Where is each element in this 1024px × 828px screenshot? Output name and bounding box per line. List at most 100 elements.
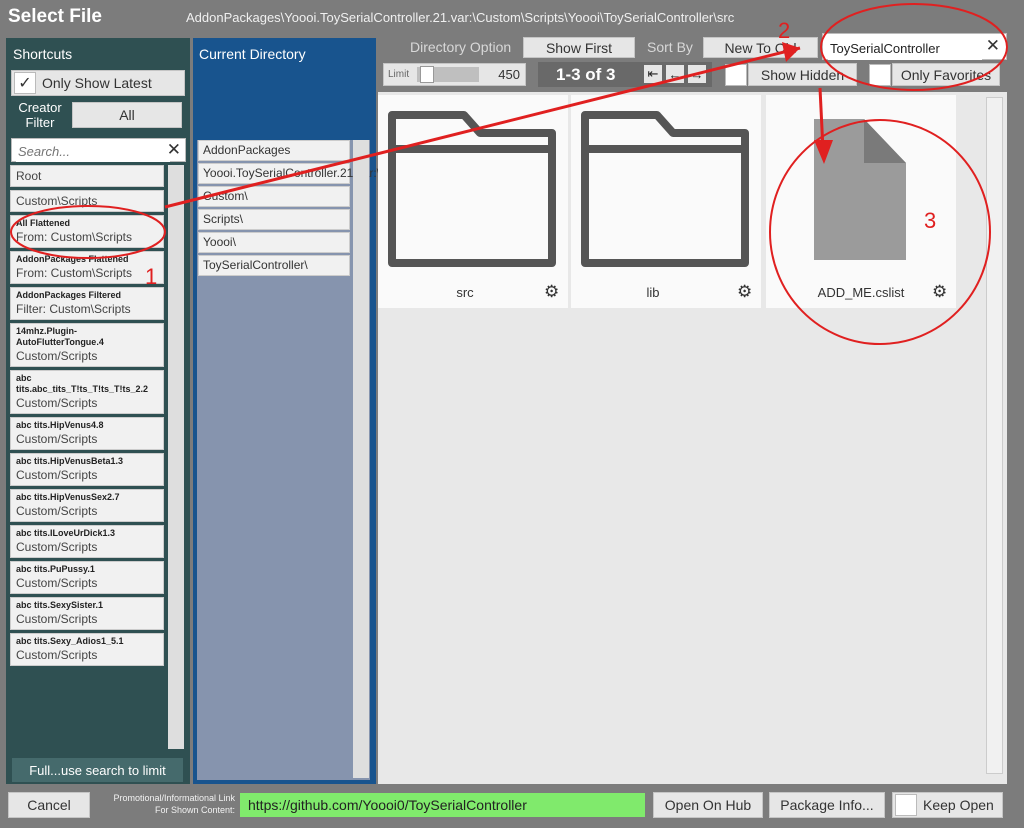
shortcut-subtitle: Custom/Scripts xyxy=(16,576,98,590)
cancel-button[interactable]: Cancel xyxy=(8,792,90,818)
directory-item[interactable]: AddonPackages xyxy=(198,140,350,161)
keep-open-toggle[interactable]: Keep Open xyxy=(892,792,1003,818)
folder-icon xyxy=(388,111,556,267)
window-title: Select File xyxy=(8,6,102,27)
full-list-button[interactable]: Full...use search to limit xyxy=(12,758,183,782)
shortcut-item[interactable]: abc tits.SexySister.1 Custom/Scripts xyxy=(10,597,164,630)
shortcut-subtitle: Root xyxy=(16,169,42,183)
file-search-input[interactable] xyxy=(828,36,982,60)
open-on-hub-button[interactable]: Open On Hub xyxy=(653,792,763,818)
file-icon xyxy=(814,119,906,260)
promo-label: Promotional/Informational Link For Shown… xyxy=(90,792,235,816)
file-tile-add-me[interactable]: ADD_ME.cslist ⚙ xyxy=(766,95,956,308)
shortcut-subtitle: Custom\Scripts xyxy=(16,194,98,208)
shortcut-item[interactable]: 14mhz.Plugin-AutoFlutterTongue.4 Custom/S… xyxy=(10,323,164,367)
shortcut-subtitle: Custom/Scripts xyxy=(16,432,98,446)
creator-filter-select[interactable]: All xyxy=(72,102,182,128)
shortcut-subtitle: Custom/Scripts xyxy=(16,504,98,518)
shortcut-item[interactable]: abc tits.HipVenusBeta1.3 Custom/Scripts xyxy=(10,453,164,486)
next-page-icon[interactable]: → xyxy=(688,65,706,83)
shortcut-subtitle: Custom/Scripts xyxy=(16,468,98,482)
shortcut-title: 14mhz.Plugin-AutoFlutterTongue.4 xyxy=(16,326,104,347)
package-info-button[interactable]: Package Info... xyxy=(769,792,885,818)
only-favorites-toggle[interactable]: Only Favorites xyxy=(892,63,1000,86)
file-tile-src[interactable]: src ⚙ xyxy=(378,95,568,308)
pager-text: 1-3 of 3 xyxy=(556,65,616,84)
shortcut-title: AddonPackages Filtered xyxy=(16,290,122,300)
shortcuts-list: Root Custom\Scripts All Flattened From: Cus… xyxy=(10,165,165,733)
file-name: src xyxy=(456,285,474,300)
close-icon[interactable]: ✕ xyxy=(167,140,181,160)
shortcut-title: abc tits.PuPussy.1 xyxy=(16,564,95,574)
first-page-icon[interactable]: ⇤ xyxy=(644,65,662,83)
show-hidden-toggle[interactable]: Show Hidden xyxy=(748,63,857,86)
shortcut-title: abc tits.HipVenus4.8 xyxy=(16,420,104,430)
shortcuts-title: Shortcuts xyxy=(13,46,73,62)
limit-value: 450 xyxy=(498,67,520,82)
current-path: AddonPackages\Yoooi.ToySerialController.… xyxy=(186,10,735,25)
promo-url-field[interactable]: https://github.com/Yoooi0/ToySerialContr… xyxy=(240,793,645,817)
shortcut-subtitle: Custom/Scripts xyxy=(16,396,98,410)
shortcut-title: abc tits.ILoveUrDick1.3 xyxy=(16,528,116,538)
only-favorites-checkbox[interactable] xyxy=(869,64,891,86)
shortcut-item[interactable]: Root xyxy=(10,165,164,187)
promo-line-2: For Shown Content: xyxy=(154,805,235,815)
checkmark-icon[interactable]: ✓ xyxy=(14,72,36,94)
annotation-label-3: 3 xyxy=(924,208,937,233)
close-icon[interactable]: ✕ xyxy=(986,36,1000,56)
directory-list: AddonPackages Yoooi.ToySerialController.2… xyxy=(198,140,380,278)
directory-option-select[interactable]: Show First xyxy=(523,37,635,58)
shortcut-item[interactable]: AddonPackages Filtered Filter: Custom\Scr… xyxy=(10,287,164,320)
limit-slider[interactable]: Limit 450 xyxy=(383,63,526,86)
gear-icon[interactable]: ⚙ xyxy=(737,282,752,302)
gear-icon[interactable]: ⚙ xyxy=(932,282,947,302)
shortcut-item[interactable]: abc tits.abc_tits_T!ts_T!ts_T!ts_2.2 Cust… xyxy=(10,370,164,414)
shortcut-subtitle: Filter: Custom\Scripts xyxy=(16,302,131,316)
prev-page-icon[interactable]: ← xyxy=(666,65,684,83)
shortcut-item[interactable]: abc tits.PuPussy.1 Custom/Scripts xyxy=(10,561,164,594)
show-hidden-checkbox[interactable] xyxy=(725,64,747,86)
directory-item[interactable]: ToySerialController\ xyxy=(198,255,350,276)
shortcut-subtitle: Custom/Scripts xyxy=(16,349,98,363)
file-search: ✕ xyxy=(822,33,1007,60)
shortcut-item[interactable]: Custom\Scripts xyxy=(10,190,164,212)
shortcut-subtitle: Custom/Scripts xyxy=(16,612,98,626)
file-tile-lib[interactable]: lib ⚙ xyxy=(571,95,761,308)
directory-item[interactable]: Custom\ xyxy=(198,186,350,207)
shortcut-title: abc tits.HipVenusSex2.7 xyxy=(16,492,120,502)
directory-item[interactable]: Yoooi\ xyxy=(198,232,350,253)
shortcut-title: abc tits.Sexy_Adios1_5.1 xyxy=(16,636,124,646)
directory-item[interactable]: Yoooi.ToySerialController.21.var:\ xyxy=(198,163,380,184)
keep-open-checkbox[interactable] xyxy=(895,794,917,816)
shortcuts-scrollbar[interactable] xyxy=(168,165,184,749)
file-name: lib xyxy=(646,285,660,300)
shortcut-item[interactable]: AddonPackages Flattened From: Custom\Scri… xyxy=(10,251,164,284)
current-directory-title: Current Directory xyxy=(199,46,306,62)
shortcut-item[interactable]: All Flattened From: Custom\Scripts xyxy=(10,215,164,248)
annotation-label-2: 2 xyxy=(778,18,791,43)
directory-item[interactable]: Scripts\ xyxy=(198,209,350,230)
shortcut-title: abc tits.HipVenusBeta1.3 xyxy=(16,456,124,466)
shortcut-item[interactable]: abc tits.HipVenusSex2.7 Custom/Scripts xyxy=(10,489,164,522)
directory-scrollbar[interactable] xyxy=(353,140,369,778)
promo-line-1: Promotional/Informational Link xyxy=(113,793,235,803)
file-name: ADD_ME.cslist xyxy=(817,285,905,300)
only-show-latest-toggle[interactable]: ✓ Only Show Latest xyxy=(11,70,185,96)
keep-open-label: Keep Open xyxy=(923,797,994,813)
limit-handle[interactable] xyxy=(420,66,434,83)
creator-filter-label: Creator Filter xyxy=(18,100,62,130)
pager: 1-3 of 3 ⇤ ← → xyxy=(538,62,712,87)
shortcut-title: abc tits.abc_tits_T!ts_T!ts_T!ts_2.2 xyxy=(16,373,149,394)
shortcuts-search-input[interactable] xyxy=(16,140,170,162)
gear-icon[interactable]: ⚙ xyxy=(544,282,559,302)
only-show-latest-label: Only Show Latest xyxy=(42,75,152,91)
shortcut-title: AddonPackages Flattened xyxy=(16,254,129,264)
limit-label: Limit xyxy=(388,69,410,80)
annotation-label-1: 1 xyxy=(145,264,158,289)
file-grid-scrollbar[interactable] xyxy=(986,97,1003,774)
shortcut-subtitle: From: Custom\Scripts xyxy=(16,266,133,280)
shortcut-item[interactable]: abc tits.Sexy_Adios1_5.1 Custom/Scripts xyxy=(10,633,164,666)
shortcut-item[interactable]: abc tits.HipVenus4.8 Custom/Scripts xyxy=(10,417,164,450)
shortcut-item[interactable]: abc tits.ILoveUrDick1.3 Custom/Scripts xyxy=(10,525,164,558)
sort-by-select[interactable]: New To Old xyxy=(703,37,818,58)
